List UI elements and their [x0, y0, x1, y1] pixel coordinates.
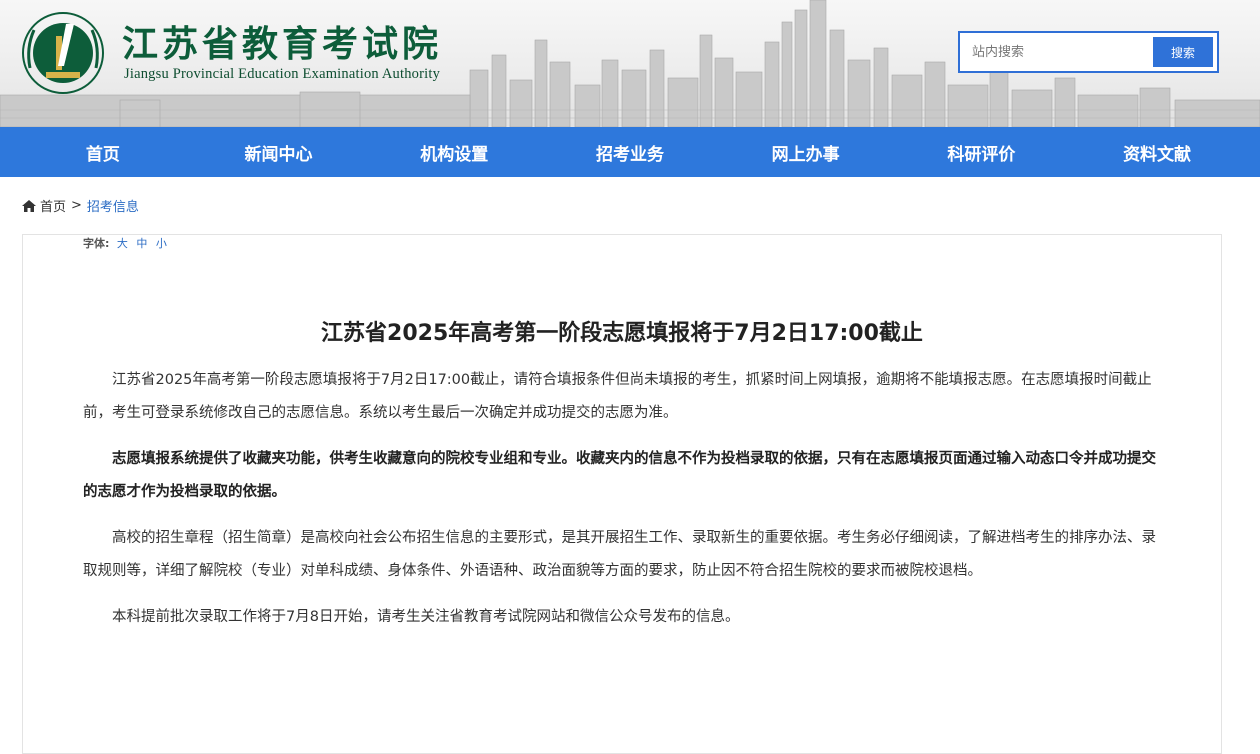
article-paragraph-emphasis: 志愿填报系统提供了收藏夹功能，供考生收藏意向的院校专业组和专业。收藏夹内的信息不… [83, 451, 1156, 500]
nav-item-documents[interactable]: 资料文献 [1082, 140, 1232, 165]
font-size-selector: 字体: 大 中 小 [83, 235, 172, 251]
org-emblem-logo [22, 12, 104, 94]
nav-item-home[interactable]: 首页 [28, 140, 178, 165]
nav-item-research[interactable]: 科研评价 [906, 140, 1056, 165]
site-search: 搜索 [958, 31, 1219, 73]
nav-item-organization[interactable]: 机构设置 [379, 140, 529, 165]
search-input[interactable] [966, 38, 1158, 66]
breadcrumb: 首页 > 招考信息 [22, 196, 139, 215]
nav-item-online-services[interactable]: 网上办事 [731, 140, 881, 165]
home-icon [22, 199, 36, 212]
article-panel: 字体: 大 中 小 江苏省2025年高考第一阶段志愿填报将于7月2日17:00截… [22, 234, 1222, 754]
font-size-small-option[interactable]: 小 [156, 237, 167, 250]
article-paragraph: 本科提前批次录取工作将于7月8日开始，请考生关注省教育考试院网站和微信公众号发布… [112, 609, 740, 625]
org-name-english: Jiangsu Provincial Education Examination… [124, 66, 441, 82]
article-body: 江苏省2025年高考第一阶段志愿填报将于7月2日17:00截止，请符合填报条件但… [83, 364, 1161, 647]
font-size-medium-option[interactable]: 中 [136, 237, 147, 250]
search-button[interactable]: 搜索 [1153, 37, 1213, 67]
main-nav: 首页 新闻中心 机构设置 招考业务 网上办事 科研评价 资料文献 [0, 127, 1260, 177]
nav-item-admissions[interactable]: 招考业务 [555, 140, 705, 165]
article-title: 江苏省2025年高考第一阶段志愿填报将于7月2日17:00截止 [321, 321, 923, 346]
font-size-large-option[interactable]: 大 [117, 237, 128, 250]
breadcrumb-current-link[interactable]: 招考信息 [87, 196, 139, 215]
article-paragraph: 高校的招生章程（招生简章）是高校向社会公布招生信息的主要形式，是其开展招生工作、… [83, 530, 1156, 579]
org-name-chinese: 江苏省教育考试院 [122, 24, 443, 65]
site-header: 江苏省教育考试院 Jiangsu Provincial Education Ex… [0, 0, 1260, 127]
article-paragraph: 江苏省2025年高考第一阶段志愿填报将于7月2日17:00截止，请符合填报条件但… [83, 372, 1152, 421]
nav-item-news[interactable]: 新闻中心 [204, 140, 354, 165]
breadcrumb-home-link[interactable]: 首页 [40, 196, 66, 215]
breadcrumb-separator: > [71, 198, 82, 213]
font-size-label: 字体: [83, 237, 110, 250]
